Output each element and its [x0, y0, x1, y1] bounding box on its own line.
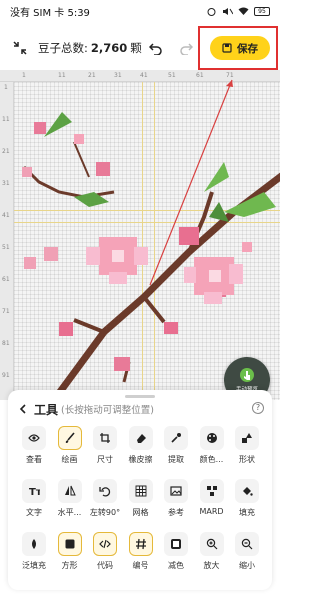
bead-total-label: 豆子总数: [38, 41, 88, 55]
tool-label: 泛填充 [22, 561, 46, 570]
shrink-icon[interactable] [12, 40, 28, 56]
zoom-in-icon [199, 532, 224, 556]
text-icon: Tт [22, 479, 46, 503]
hash-icon [128, 532, 153, 556]
tool-label: 颜色... [199, 455, 224, 464]
tool-label: 填充 [239, 508, 255, 517]
bead-canvas[interactable]: 1 11 21 31 41 51 61 71 1 11 21 31 41 51 … [0, 70, 280, 400]
tool-zoom-in[interactable]: 放大 [194, 532, 230, 580]
tool-eraser[interactable]: 橡皮擦 [123, 426, 159, 474]
tool-label: 提取 [168, 455, 184, 464]
eraser-icon [128, 426, 153, 450]
tool-label: MARD [199, 507, 224, 516]
mard-icon [199, 479, 224, 503]
tool-label: 查看 [26, 455, 42, 464]
zoom-out-icon [235, 532, 259, 556]
mute-icon [223, 7, 233, 15]
tool-reduce-color[interactable]: 减色 [158, 532, 194, 580]
tool-hash[interactable]: 编号 [123, 532, 159, 580]
tool-shapes[interactable]: 形状 [229, 426, 265, 474]
tool-label: 编号 [132, 561, 149, 570]
crop-icon [93, 426, 117, 450]
save-icon [222, 43, 232, 53]
tool-label: 代码 [97, 561, 113, 570]
annotation-arrow [149, 79, 233, 286]
tool-label: 文字 [26, 508, 42, 517]
brush-icon [57, 426, 82, 450]
flip-horizontal-icon [57, 479, 82, 503]
tool-code[interactable]: 代码 [87, 532, 123, 580]
rotate-left-icon [93, 479, 117, 503]
tool-flip-horizontal[interactable]: 水平... [52, 479, 88, 527]
tool-brush[interactable]: 绘画 [52, 426, 88, 474]
status-icons: 95 [206, 6, 270, 16]
grid-icon [128, 479, 153, 503]
undo-icon[interactable] [148, 40, 164, 56]
tool-eyedropper[interactable]: 提取 [158, 426, 194, 474]
tools-hint: (长按拖动可调整位置) [61, 405, 154, 416]
reference-icon [164, 479, 188, 503]
tool-zoom-out[interactable]: 缩小 [229, 532, 265, 580]
palette-icon [199, 426, 224, 450]
tool-flood-fill[interactable]: 泛填充 [16, 532, 52, 580]
save-label: 保存 [237, 42, 258, 55]
tool-label: 左转90° [89, 508, 121, 517]
tool-label: 减色 [168, 561, 184, 570]
wifi-icon [238, 7, 249, 15]
eye-icon [22, 426, 46, 450]
tool-label: 缩小 [239, 561, 255, 570]
help-icon[interactable]: ? [252, 402, 264, 414]
code-icon [93, 532, 117, 556]
tool-label: 放大 [203, 561, 220, 570]
bead-total-count: 2,760 [90, 41, 128, 55]
tool-label: 水平... [57, 508, 82, 517]
tool-crop[interactable]: 尺寸 [87, 426, 123, 474]
shapes-icon [235, 426, 259, 450]
tool-square[interactable]: 方形 [52, 532, 88, 580]
tool-rotate-left[interactable]: 左转90° [87, 479, 123, 527]
tool-label: 参考 [168, 508, 184, 517]
tool-label: 橡皮擦 [128, 455, 153, 464]
tool-grid[interactable]: 网格 [123, 479, 159, 527]
tool-text[interactable]: Tт 文字 [16, 479, 52, 527]
tool-label: 绘画 [61, 455, 78, 464]
reduce-color-icon [164, 532, 188, 556]
bead-unit: 颗 [130, 41, 142, 55]
carrier-time: 没有 SIM 卡 5:39 [10, 7, 90, 19]
drag-handle[interactable] [125, 395, 155, 398]
fill-icon [235, 479, 259, 503]
tool-mard[interactable]: MARD [194, 479, 230, 527]
tool-label: 尺寸 [97, 455, 113, 464]
redo-icon[interactable] [178, 40, 194, 56]
hand-pointer-icon [240, 368, 254, 382]
tools-title: 工具 [34, 402, 59, 417]
square-icon [57, 532, 82, 556]
status-bar: 没有 SIM 卡 5:39 95 [0, 0, 280, 22]
tool-reference[interactable]: 参考 [158, 479, 194, 527]
back-chevron-icon[interactable] [18, 404, 28, 414]
eyedropper-icon [164, 426, 188, 450]
tool-eye[interactable]: 查看 [16, 426, 52, 474]
save-button[interactable]: 保存 [210, 36, 270, 60]
battery-icon: 95 [254, 6, 270, 16]
tool-palette[interactable]: 颜色... [194, 426, 230, 474]
tool-fill[interactable]: 填充 [229, 479, 265, 527]
tools-panel[interactable]: 工具 (长按拖动可调整位置) ? 查看 绘画 尺寸 橡皮擦 提取 颜色... 形状 Tт 文字 水… [8, 390, 272, 590]
flood-fill-icon [22, 532, 46, 556]
tools-header: 工具 (长按拖动可调整位置) ? [18, 400, 264, 418]
svg-text:Tт: Tт [29, 487, 40, 497]
tool-label: 方形 [61, 561, 78, 570]
tool-label: 形状 [239, 455, 255, 464]
alarm-icon [207, 7, 216, 16]
tool-label: 网格 [132, 508, 149, 517]
